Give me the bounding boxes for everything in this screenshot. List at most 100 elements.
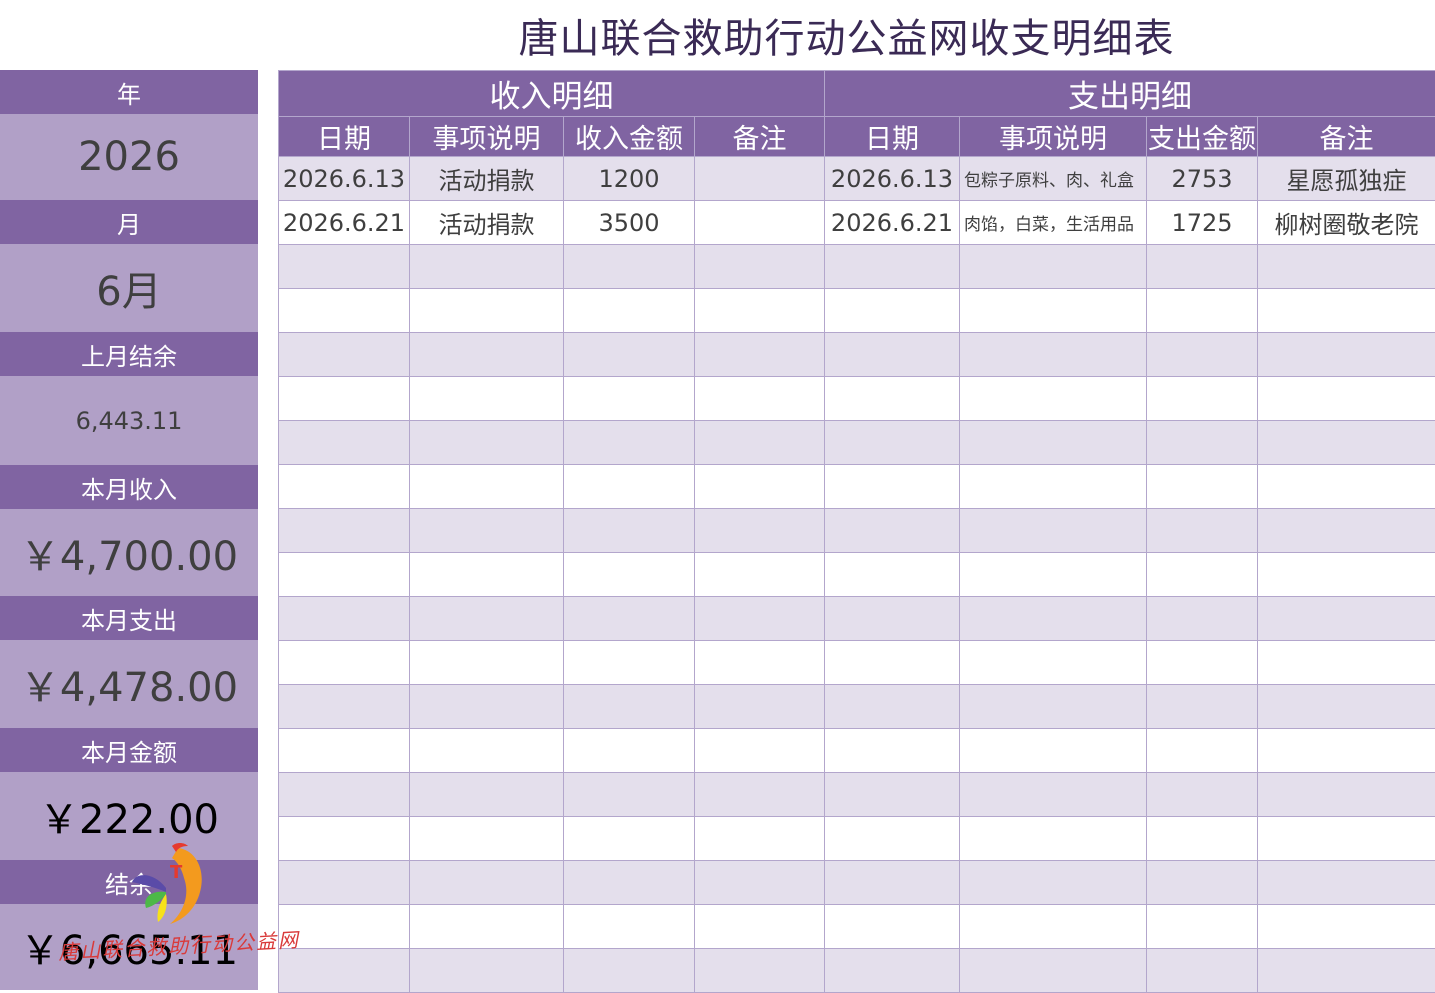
table-cell[interactable] [410, 377, 564, 421]
table-cell[interactable] [1258, 245, 1435, 289]
table-cell[interactable] [1258, 685, 1435, 729]
table-cell[interactable] [564, 685, 695, 729]
table-cell[interactable] [825, 377, 960, 421]
table-cell[interactable] [825, 509, 960, 553]
table-cell[interactable] [695, 773, 825, 817]
table-cell[interactable] [279, 421, 410, 465]
table-cell[interactable]: 2753 [1147, 157, 1258, 201]
table-cell[interactable] [1258, 377, 1435, 421]
table-cell[interactable] [695, 905, 825, 949]
table-cell[interactable] [1258, 509, 1435, 553]
table-cell[interactable] [825, 729, 960, 773]
table-cell[interactable] [410, 421, 564, 465]
table-cell[interactable] [960, 421, 1147, 465]
table-cell[interactable] [564, 553, 695, 597]
table-cell[interactable] [1147, 377, 1258, 421]
table-cell[interactable] [564, 773, 695, 817]
table-cell[interactable] [410, 729, 564, 773]
table-cell[interactable] [825, 421, 960, 465]
table-cell[interactable] [1258, 333, 1435, 377]
table-cell[interactable] [960, 949, 1147, 993]
table-cell[interactable] [960, 597, 1147, 641]
table-cell[interactable] [1147, 333, 1258, 377]
table-cell[interactable] [695, 509, 825, 553]
table-cell[interactable] [1147, 465, 1258, 509]
table-cell[interactable] [825, 685, 960, 729]
table-cell[interactable] [695, 861, 825, 905]
table-cell[interactable] [960, 333, 1147, 377]
table-cell[interactable] [410, 333, 564, 377]
table-cell[interactable] [1147, 421, 1258, 465]
table-cell[interactable] [960, 861, 1147, 905]
table-cell[interactable] [279, 333, 410, 377]
table-cell[interactable] [279, 949, 410, 993]
table-cell[interactable] [564, 377, 695, 421]
table-cell[interactable] [960, 905, 1147, 949]
table-cell[interactable] [960, 465, 1147, 509]
table-cell[interactable] [695, 729, 825, 773]
table-cell[interactable] [410, 553, 564, 597]
table-cell[interactable] [1147, 949, 1258, 993]
table-cell[interactable] [279, 641, 410, 685]
table-cell[interactable] [695, 201, 825, 245]
table-cell[interactable]: 2026.6.21 [825, 201, 960, 245]
table-cell[interactable] [1258, 861, 1435, 905]
table-cell[interactable] [564, 817, 695, 861]
table-cell[interactable] [1258, 729, 1435, 773]
table-cell[interactable] [1147, 773, 1258, 817]
table-cell[interactable] [410, 685, 564, 729]
table-cell[interactable] [1147, 289, 1258, 333]
table-cell[interactable] [1147, 729, 1258, 773]
table-cell[interactable] [960, 773, 1147, 817]
table-cell[interactable] [410, 949, 564, 993]
table-cell[interactable] [960, 377, 1147, 421]
table-cell[interactable]: 3500 [564, 201, 695, 245]
table-cell[interactable]: 星愿孤独症 [1258, 157, 1435, 201]
table-cell[interactable] [825, 333, 960, 377]
table-cell[interactable] [960, 289, 1147, 333]
table-cell[interactable] [410, 861, 564, 905]
table-cell[interactable] [564, 245, 695, 289]
table-cell[interactable] [279, 245, 410, 289]
table-cell[interactable] [960, 641, 1147, 685]
table-cell[interactable] [1258, 773, 1435, 817]
table-cell[interactable] [410, 817, 564, 861]
prev-balance-value[interactable]: 6,443.11 [0, 376, 258, 465]
table-cell[interactable] [695, 817, 825, 861]
table-cell[interactable] [410, 641, 564, 685]
table-cell[interactable] [564, 421, 695, 465]
table-cell[interactable] [279, 289, 410, 333]
table-cell[interactable] [564, 861, 695, 905]
table-cell[interactable] [825, 905, 960, 949]
table-cell[interactable] [410, 773, 564, 817]
table-cell[interactable] [960, 553, 1147, 597]
table-cell[interactable] [279, 685, 410, 729]
table-cell[interactable]: 2026.6.13 [825, 157, 960, 201]
table-cell[interactable] [279, 817, 410, 861]
table-cell[interactable] [960, 729, 1147, 773]
table-cell[interactable] [1258, 289, 1435, 333]
table-cell[interactable] [279, 465, 410, 509]
income-total-value[interactable]: ￥4,700.00 [0, 509, 258, 596]
table-cell[interactable] [1147, 817, 1258, 861]
table-cell[interactable] [410, 465, 564, 509]
table-cell[interactable] [564, 465, 695, 509]
table-cell[interactable]: 1725 [1147, 201, 1258, 245]
table-cell[interactable] [564, 289, 695, 333]
table-cell[interactable] [825, 817, 960, 861]
table-cell[interactable] [564, 949, 695, 993]
table-cell[interactable] [695, 333, 825, 377]
table-cell[interactable] [695, 597, 825, 641]
table-cell[interactable] [410, 245, 564, 289]
table-cell[interactable] [279, 861, 410, 905]
table-cell[interactable] [695, 685, 825, 729]
table-cell[interactable] [825, 465, 960, 509]
table-cell[interactable] [1147, 509, 1258, 553]
table-cell[interactable] [825, 861, 960, 905]
table-cell[interactable] [695, 289, 825, 333]
table-cell[interactable] [279, 773, 410, 817]
table-cell[interactable] [695, 421, 825, 465]
table-cell[interactable] [695, 949, 825, 993]
table-cell[interactable] [1258, 641, 1435, 685]
table-cell[interactable] [279, 597, 410, 641]
